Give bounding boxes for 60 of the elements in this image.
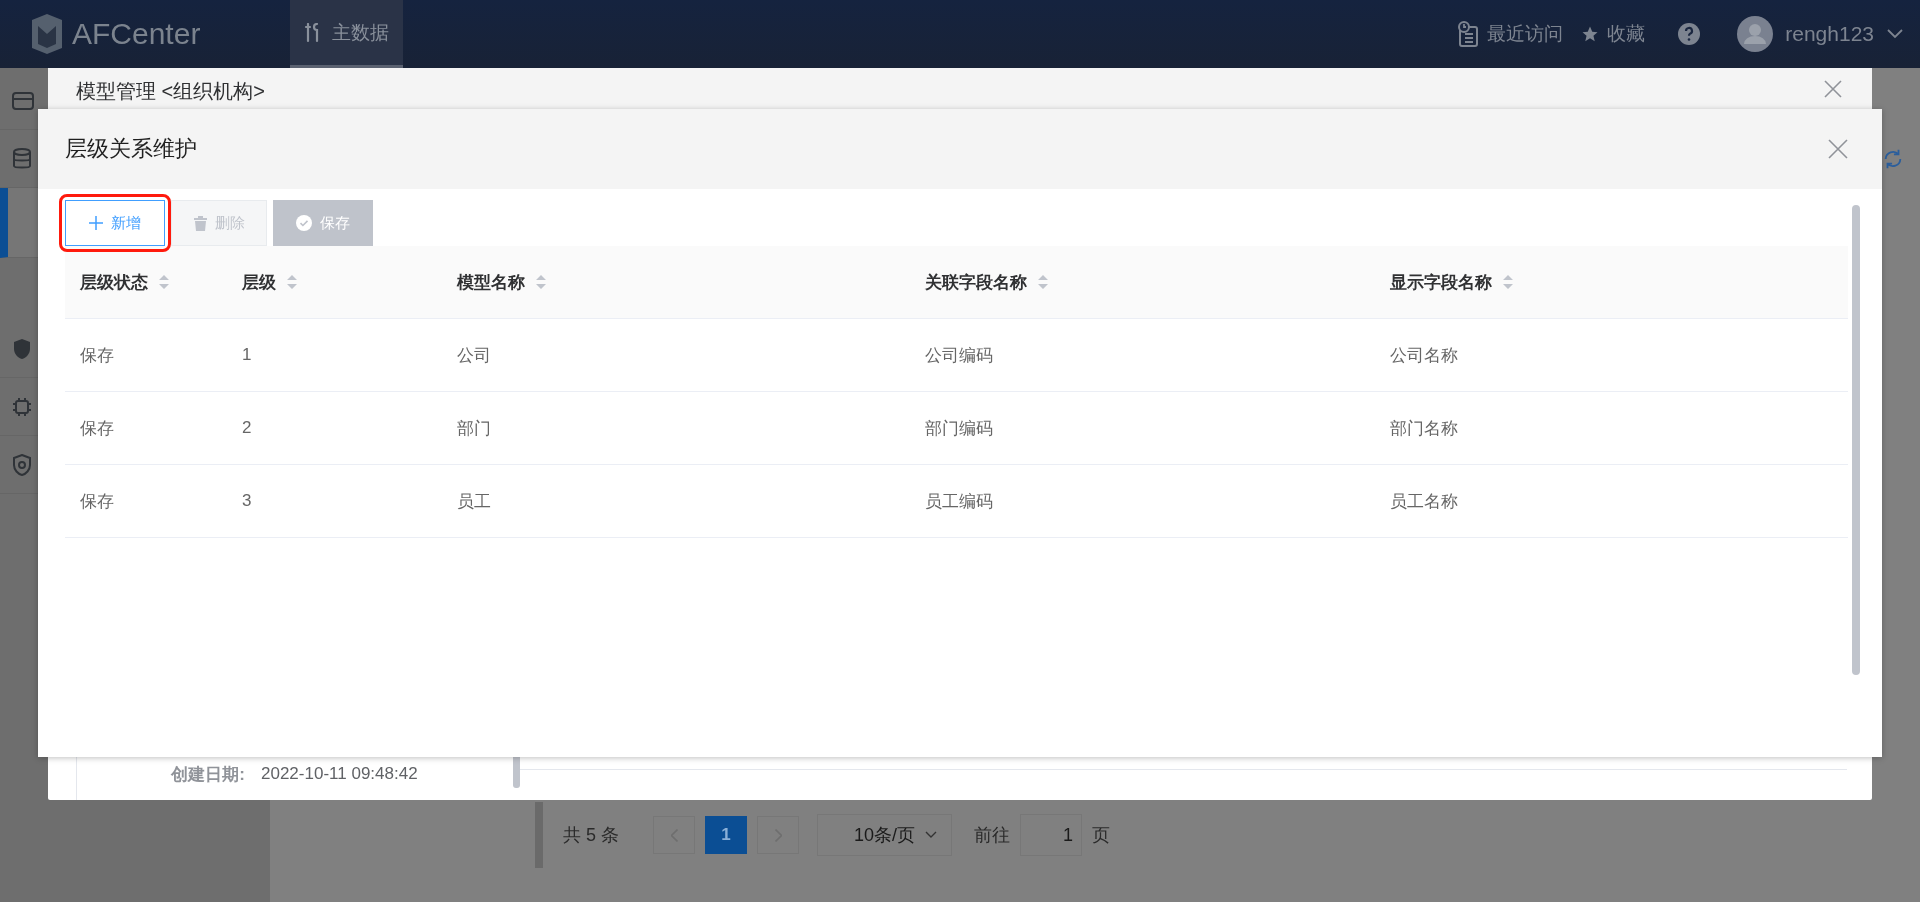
table-cell-text: 公司名称: [1390, 344, 1458, 367]
chevron-down-icon: [1886, 28, 1904, 40]
goto-label: 前往: [974, 824, 1010, 847]
trash-icon: [193, 215, 207, 231]
field-value: 2022-10-11 09:48:42: [261, 764, 418, 784]
card-icon: [12, 90, 34, 111]
help-icon[interactable]: [1677, 22, 1702, 46]
logo-text: AFCenter: [72, 17, 201, 51]
shield-icon: [12, 453, 32, 476]
table-cell-text: 保存: [80, 344, 114, 367]
page-size-select[interactable]: 10条/页: [817, 814, 952, 856]
database-icon: [12, 147, 32, 170]
clipboard-clock-icon: [1457, 21, 1480, 47]
sort-icon[interactable]: [158, 274, 170, 290]
table-cell-text: 保存: [80, 490, 114, 513]
field-label: 创建日期:: [170, 763, 246, 786]
user-menu[interactable]: rengh123: [1737, 16, 1904, 52]
table-cell-text: 公司: [457, 344, 491, 367]
scrollbar-thumb[interactable]: [1852, 205, 1860, 675]
refresh-icon[interactable]: [1882, 148, 1904, 170]
sort-icon[interactable]: [286, 274, 298, 290]
star-icon: [1581, 25, 1600, 43]
plus-icon: [89, 216, 103, 230]
sort-icon[interactable]: [535, 274, 547, 290]
page-input[interactable]: 1: [1020, 814, 1082, 856]
logo-icon: [30, 14, 64, 54]
add-button[interactable]: 新增: [65, 200, 165, 246]
table-cell-text: 部门: [457, 417, 491, 440]
column-header[interactable]: 显示字段名称: [1390, 270, 1492, 294]
page-number[interactable]: 1: [705, 816, 747, 854]
table-cell-text: 部门编码: [925, 417, 993, 440]
column-header[interactable]: 模型名称: [457, 270, 525, 294]
table-cell-text: 部门名称: [1390, 417, 1458, 440]
table-cell-text: 保存: [80, 417, 114, 440]
column-header[interactable]: 层级: [242, 270, 276, 294]
dialog-title: 模型管理 <组织机构>: [76, 80, 265, 102]
avatar-icon: [1737, 16, 1774, 52]
chevron-down-icon: [925, 831, 937, 839]
close-icon[interactable]: [1824, 80, 1842, 98]
table-cell-text: 员工编码: [925, 490, 993, 513]
table-cell: 2: [242, 418, 252, 438]
page-suffix: 页: [1092, 824, 1110, 847]
table-cell: 1: [242, 345, 252, 365]
sort-icon[interactable]: [1037, 274, 1049, 290]
table-cell: 3: [242, 491, 252, 511]
recent-visits-link[interactable]: 最近访问: [1457, 21, 1564, 47]
nav-tab[interactable]: 主数据: [290, 0, 403, 68]
table-cell-text: 员工: [457, 490, 491, 513]
table-cell-text: 员工名称: [1390, 490, 1458, 513]
shield-icon: [12, 337, 32, 360]
column-header[interactable]: 关联字段名称: [925, 270, 1027, 294]
close-icon[interactable]: [1828, 139, 1848, 159]
dialog-title: 层级关系维护: [65, 135, 197, 163]
table-cell-text: 公司编码: [925, 344, 993, 367]
total-count: 共 5 条: [563, 824, 619, 847]
favorites-link[interactable]: 收藏: [1581, 21, 1646, 47]
column-header[interactable]: 层级状态: [80, 270, 148, 294]
chip-icon: [12, 396, 32, 417]
check-circle-icon: [296, 215, 312, 231]
sort-icon[interactable]: [1502, 274, 1514, 290]
